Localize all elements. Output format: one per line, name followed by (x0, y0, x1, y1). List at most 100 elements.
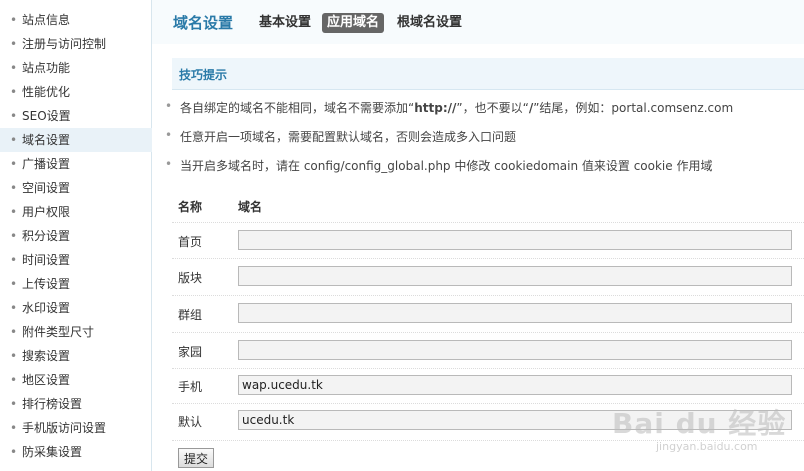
bullet-icon: • (10, 157, 18, 171)
column-header-name: 名称 (178, 200, 203, 214)
tip-bold-text: http:// (414, 101, 457, 115)
sidebar-item-ranking[interactable]: • 排行榜设置 (0, 392, 152, 416)
tip-text: ”，也不要以“ (456, 101, 529, 115)
bullet-icon: • (10, 325, 18, 339)
sidebar-item-mobile-access[interactable]: • 手机版访问设置 (0, 416, 152, 440)
submit-button[interactable]: 提交 (178, 448, 214, 468)
bullet-icon: • (10, 181, 18, 195)
domain-input-home[interactable] (238, 230, 792, 250)
sidebar: • 站点信息 • 注册与访问控制 • 站点功能 • 性能优化 • SEO设置 • 域名设置 … (0, 0, 152, 471)
tip-text: 当开启多域名时，请在 config/config_global.php 中修改 … (180, 159, 713, 173)
row-divider (172, 332, 804, 333)
sidebar-item-label: 时间设置 (22, 253, 71, 267)
sidebar-item-label: 域名设置 (22, 133, 71, 147)
tab-root-domain[interactable]: 根域名设置 (392, 13, 467, 33)
sidebar-item-space[interactable]: • 空间设置 (0, 176, 152, 200)
sidebar-item-seo[interactable]: • SEO设置 (0, 104, 152, 128)
main-content: 域名设置 基本设置 应用域名 根域名设置 技巧提示 • 各自绑定的域名不能相同，… (152, 0, 804, 471)
bullet-icon: • (10, 373, 18, 387)
column-header-domain: 域名 (238, 200, 263, 214)
row-label-home-space: 家园 (178, 345, 203, 359)
sidebar-item-register-access[interactable]: • 注册与访问控制 (0, 32, 152, 56)
sidebar-item-anti-scrape[interactable]: • 防采集设置 (0, 440, 152, 464)
bullet-icon: • (10, 133, 18, 147)
sidebar-item-time[interactable]: • 时间设置 (0, 248, 152, 272)
bullet-icon: • (10, 421, 18, 435)
domain-input-group[interactable] (238, 303, 792, 323)
tip-item: • 各自绑定的域名不能相同，域名不需要添加“http://”，也不要以“/”结尾… (165, 99, 734, 116)
bullet-icon: • (10, 277, 18, 291)
row-label-default: 默认 (178, 415, 203, 429)
bullet-icon: • (165, 99, 173, 113)
sidebar-item-search[interactable]: • 搜索设置 (0, 344, 152, 368)
sidebar-item-label: 注册与访问控制 (22, 37, 107, 51)
sidebar-item-site-features[interactable]: • 站点功能 (0, 56, 152, 80)
domain-input-default[interactable] (238, 410, 792, 430)
row-divider (172, 258, 804, 259)
row-label-forum: 版块 (178, 271, 203, 285)
tip-item: • 任意开启一项域名，需要配置默认域名，否则会造成多入口问题 (165, 128, 517, 145)
sidebar-item-label: 空间设置 (22, 181, 71, 195)
row-label-mobile: 手机 (178, 380, 203, 394)
sidebar-item-label: 积分设置 (22, 229, 71, 243)
sidebar-item-performance[interactable]: • 性能优化 (0, 80, 152, 104)
domain-input-forum[interactable] (238, 266, 792, 286)
tip-text: 各自绑定的域名不能相同，域名不需要添加“ (180, 101, 415, 115)
tip-text: 任意开启一项域名，需要配置默认域名，否则会造成多入口问题 (180, 130, 517, 144)
sidebar-item-label: 防采集设置 (22, 445, 83, 459)
bullet-icon: • (10, 85, 18, 99)
sidebar-item-label: 用户权限 (22, 205, 71, 219)
bullet-icon: • (10, 37, 18, 51)
tab-basic-settings[interactable]: 基本设置 (254, 13, 316, 33)
row-label-home: 首页 (178, 235, 203, 249)
page-title: 域名设置 (173, 14, 234, 32)
sidebar-item-label: 附件类型尺寸 (22, 325, 95, 339)
bullet-icon: • (10, 445, 18, 459)
sidebar-item-label: SEO设置 (22, 109, 71, 123)
tip-text: ”结尾，例如：portal.comsenz.com (533, 101, 734, 115)
tips-header: 技巧提示 (172, 58, 804, 90)
sidebar-item-region[interactable]: • 地区设置 (0, 368, 152, 392)
bullet-icon: • (10, 229, 18, 243)
bullet-icon: • (165, 157, 173, 171)
sidebar-item-label: 上传设置 (22, 277, 71, 291)
bullet-icon: • (10, 205, 18, 219)
row-divider (172, 403, 804, 404)
sidebar-item-watermark[interactable]: • 水印设置 (0, 296, 152, 320)
sidebar-item-credits[interactable]: • 积分设置 (0, 224, 152, 248)
domain-input-home-space[interactable] (238, 340, 792, 360)
bullet-icon: • (10, 61, 18, 75)
bullet-icon: • (10, 109, 18, 123)
sidebar-item-broadcast[interactable]: • 广播设置 (0, 152, 152, 176)
page-header: 域名设置 基本设置 应用域名 根域名设置 (152, 0, 804, 44)
sidebar-item-attachment-types[interactable]: • 附件类型尺寸 (0, 320, 152, 344)
row-divider (172, 440, 804, 441)
bullet-icon: • (10, 13, 18, 27)
sidebar-item-label: 广播设置 (22, 157, 71, 171)
bullet-icon: • (10, 301, 18, 315)
sidebar-item-label: 地区设置 (22, 373, 71, 387)
row-divider (172, 295, 804, 296)
sidebar-item-label: 站点信息 (22, 13, 71, 27)
sidebar-item-label: 搜索设置 (22, 349, 71, 363)
bullet-icon: • (165, 128, 173, 142)
sidebar-item-label: 排行榜设置 (22, 397, 83, 411)
domain-input-mobile[interactable] (238, 375, 792, 395)
sidebar-item-label: 站点功能 (22, 61, 71, 75)
sidebar-item-label: 性能优化 (22, 85, 71, 99)
row-divider (172, 368, 804, 369)
bullet-icon: • (10, 253, 18, 267)
sidebar-item-label: 手机版访问设置 (22, 421, 107, 435)
sidebar-item-domain[interactable]: • 域名设置 (0, 128, 152, 152)
tips-title: 技巧提示 (179, 68, 228, 82)
sidebar-item-site-info[interactable]: • 站点信息 (0, 8, 152, 32)
tip-item: • 当开启多域名时，请在 config/config_global.php 中修… (165, 157, 713, 174)
sidebar-item-label: 水印设置 (22, 301, 71, 315)
row-divider (172, 222, 804, 223)
sidebar-item-user-permissions[interactable]: • 用户权限 (0, 200, 152, 224)
watermark-url: jingyan.baidu.com (656, 440, 758, 453)
tab-app-domains[interactable]: 应用域名 (322, 13, 385, 33)
row-label-group: 群组 (178, 308, 203, 322)
sidebar-item-upload[interactable]: • 上传设置 (0, 272, 152, 296)
bullet-icon: • (10, 397, 18, 411)
